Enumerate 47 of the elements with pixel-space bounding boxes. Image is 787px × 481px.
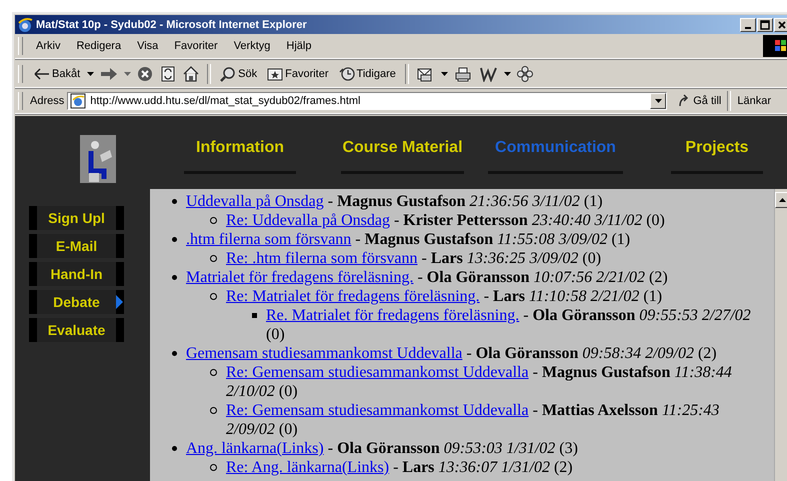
post-line: Uddevalla på Onsdag - Magnus Gustafson 21:36:56 3/11/02 (1)	[186, 192, 604, 211]
post-link[interactable]: Re: Gemensam studiesammankomst Uddevalla	[226, 364, 529, 381]
window-title: Mat/Stat 10p - Sydub02 - Microsoft Internet Explorer	[36, 18, 308, 30]
post-link[interactable]: Ang. länkarna(Links)	[186, 440, 324, 457]
post-link[interactable]: Re: Gemensam studiesammankomst Uddevalla	[226, 402, 529, 419]
post-link[interactable]: Re: Uddevalla på Onsdag	[226, 212, 390, 229]
post-line: Re. Matrialet för fredagens föreläsning. - Ola Göransson 09:55:53 2/27/02 (0)	[266, 306, 752, 344]
post-link[interactable]: Re: .htm filerna som försvann	[226, 250, 418, 267]
favorites-button[interactable]: Favoriter	[264, 64, 332, 82]
go-button[interactable]: Gå till	[674, 92, 724, 110]
post-link[interactable]: Matrialet för fredagens föreläsning.	[186, 269, 414, 286]
side-menu-button[interactable]: Debate	[29, 290, 124, 314]
address-field[interactable]: http://www.udd.htu.se/dl/mat_stat_sydub02/frames.html	[67, 92, 668, 110]
menu-item[interactable]: Visa	[130, 38, 166, 54]
post-line: Re: Gemensam studiesammankomst Uddevalla - Magnus Gustafson 11:38:44 2/10/02 (0)	[226, 363, 733, 401]
menu-item[interactable]: Verktyg	[226, 38, 278, 54]
post-line: Re: Ang. länkarna(Links) - Lars 13:36:07 1/31/02 (2)	[226, 458, 574, 477]
post-line: Re: .htm filerna som försvann - Lars 13:36:25 3/09/02 (0)	[226, 249, 602, 268]
side-menu-button[interactable]: E-Mail	[29, 234, 124, 258]
side-menu-button[interactable]: Hand-In	[29, 262, 124, 286]
post-link[interactable]: Uddevalla på Onsdag	[186, 193, 324, 210]
address-label: Adress	[30, 95, 64, 107]
history-button[interactable]: Tidigare	[336, 64, 399, 84]
post-line: .htm filerna som försvann - Magnus Gustafson 11:55:08 3/09/02 (1)	[186, 230, 632, 249]
post-line: Re: Matrialet för fredagens föreläsning. - Lars 11:10:58 2/21/02 (1)	[226, 287, 664, 306]
post-line: Matrialet för fredagens föreläsning. - Ola Göransson 10:07:56 2/21/02 (2)	[186, 268, 669, 287]
nav-tab[interactable]: Projects	[671, 134, 763, 174]
menu-item[interactable]: Arkiv	[29, 38, 68, 54]
post-line: Gemensam studiesammankomst Uddevalla - Ola Göransson 09:58:34 2/09/02 (2)	[186, 344, 718, 363]
post-link[interactable]: Re: Ang. länkarna(Links)	[226, 459, 390, 476]
post-link[interactable]: Re. Matrialet för fredagens föreläsning.	[266, 307, 520, 324]
post-line: Re: Uddevalla på Onsdag - Krister Pettersson 23:40:40 3/11/02 (0)	[226, 211, 666, 230]
post-line: Re: Gemensam studiesammankomst Uddevalla - Mattias Axelsson 11:25:43 2/09/02 (0)	[226, 401, 720, 439]
post-link[interactable]: Re: Matrialet för fredagens föreläsning.	[226, 288, 480, 305]
post-link[interactable]: Gemensam studiesammankomst Uddevalla	[186, 345, 462, 362]
menu-item[interactable]: Hjälp	[279, 38, 318, 54]
nav-tab[interactable]: Course Material	[341, 134, 464, 174]
back-button[interactable]: Bakåt	[31, 66, 84, 82]
menu-item[interactable]: Favoriter	[167, 38, 225, 54]
side-menu-button[interactable]: Evaluate	[29, 318, 124, 342]
post-line: Ang. länkarna(Links) - Ola Göransson 09:53:03 1/31/02 (3)	[186, 439, 579, 458]
menu-item[interactable]: Redigera	[69, 38, 128, 54]
nav-tab[interactable]: Information	[184, 134, 296, 174]
side-menu-button[interactable]: Sign Upl	[29, 206, 124, 230]
links-button[interactable]: Länkar	[734, 93, 774, 109]
post-link[interactable]: .htm filerna som försvann	[186, 231, 352, 248]
search-button[interactable]: Sök	[217, 64, 260, 84]
